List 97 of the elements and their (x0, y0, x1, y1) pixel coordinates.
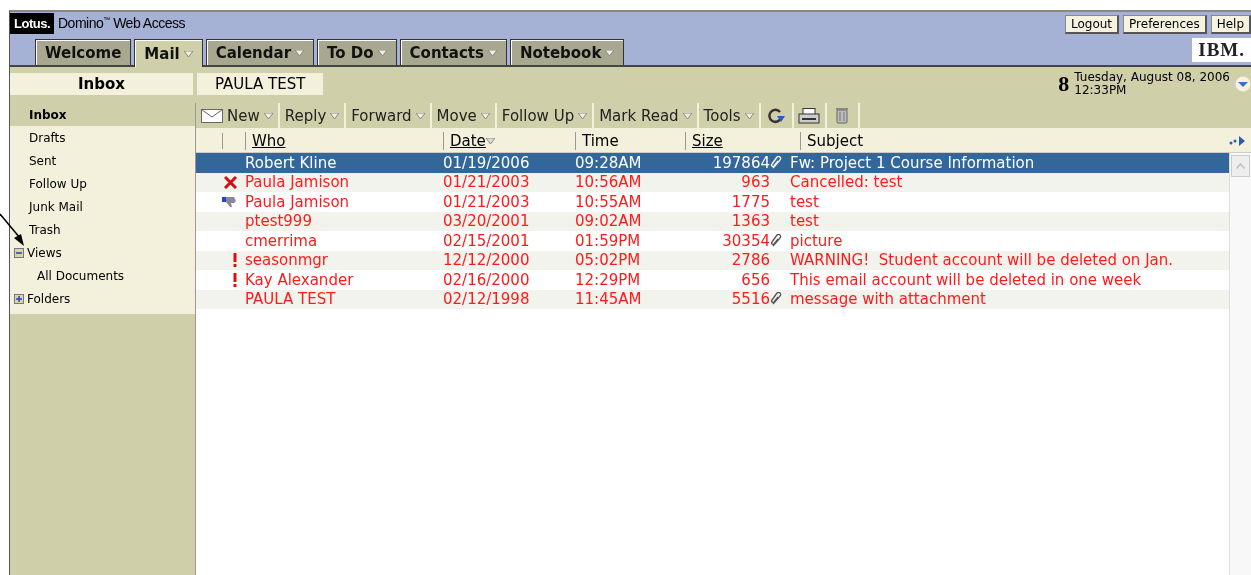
envelope-icon (201, 108, 223, 123)
date-cell-text: 03/20/2001 (443, 212, 531, 231)
caret-icon (263, 112, 273, 119)
expand-icon[interactable] (14, 293, 24, 304)
sidebar-item[interactable]: All Documents (10, 264, 195, 287)
time-cell-text: 09:28AM (575, 153, 643, 172)
nav-tab[interactable]: Notebook (509, 39, 625, 65)
trash-icon (836, 107, 849, 124)
exclamation-icon (233, 272, 237, 287)
sender-cell-text: Paula Jamison (245, 173, 351, 192)
product-name: Domino$^{™}$ Web Access (58, 15, 185, 31)
x-icon (224, 175, 237, 189)
caret-icon (744, 112, 754, 119)
message-row[interactable]: Paula Jamison 01/21/2003 10:56AM 963 Cancelled: test (196, 172, 1229, 192)
size-cell-text: 1775 (730, 192, 770, 211)
size-cell-text: 30354 (721, 231, 770, 250)
sender-cell-text: seasonmgr (245, 251, 330, 270)
user-name: PAULA TEST (197, 72, 324, 95)
time-cell-text: 09:02AM (575, 212, 643, 231)
message-row[interactable]: PAULA TEST 02/12/1998 11:45AM 5516 message with attachment (196, 289, 1229, 309)
subject-cell-text: test (790, 212, 820, 231)
sender-cell-text: Kay Alexander (245, 270, 355, 289)
printer-icon (798, 107, 821, 124)
column-header[interactable]: Subject (800, 132, 1229, 150)
nav-tab[interactable]: To Do (317, 39, 397, 65)
subject-cell-text: picture (790, 231, 844, 250)
caret-icon (330, 112, 340, 119)
date-cell-text: 02/12/1998 (443, 290, 531, 309)
sidebar-item[interactable]: Folders (10, 287, 195, 310)
sender-cell-text: cmerrima (245, 231, 319, 250)
sort-icon (485, 138, 495, 144)
size-cell-text: 963 (740, 173, 770, 192)
time-cell-text: 11:45AM (575, 290, 643, 309)
column-header[interactable]: Time (575, 132, 685, 150)
view-title: Inbox (10, 72, 193, 95)
header-link[interactable]: Logout (1064, 15, 1120, 34)
date-cell-text: 01/21/2003 (443, 192, 531, 211)
sidebar-item[interactable]: Junk Mail (10, 195, 195, 218)
date-cell-text: 01/19/2006 (443, 153, 531, 172)
nav-tab[interactable]: Contacts (399, 39, 507, 65)
scrollbar[interactable] (1229, 153, 1251, 575)
caret-icon (578, 112, 588, 119)
date-cell-text: 02/15/2001 (443, 231, 531, 250)
sidebar-item[interactable]: Sent (10, 149, 195, 172)
logo: IBM. (1192, 38, 1251, 62)
size-cell-text: 2786 (730, 251, 770, 270)
logo: Lotus. (10, 12, 54, 34)
nav-tab[interactable]: Calendar (205, 39, 315, 65)
dropdown-icon[interactable] (1235, 75, 1251, 92)
subject-cell-text: Cancelled: test (790, 173, 904, 192)
expand-columns-icon[interactable] (1229, 136, 1245, 146)
subject-cell-text: test (790, 192, 820, 211)
collapse-icon[interactable] (14, 247, 24, 258)
day-number: 8 (1058, 70, 1070, 97)
sidebar-item[interactable]: Trash (10, 218, 195, 241)
caret-icon (480, 112, 490, 119)
column-header[interactable]: Who (245, 132, 443, 150)
sender-cell-text: Paula Jamison (245, 192, 351, 211)
subject-cell-text: message with attachment (790, 290, 987, 309)
current-time: 12:33PM (1074, 83, 1128, 97)
date-cell-text: 02/16/2000 (443, 270, 531, 289)
size-cell-text: 197864 (711, 153, 770, 172)
caret-icon (682, 112, 692, 119)
message-row[interactable]: ptest999 03/20/2001 09:02AM 1363 test (196, 211, 1229, 231)
nav-tab[interactable]: Welcome (35, 39, 132, 65)
subject-cell-text: This email account will be deleted in one week (790, 270, 1143, 289)
subject-cell-text: WARNING! Student account will be deleted on Jan. (790, 251, 1175, 270)
sender-cell-text: PAULA TEST (245, 290, 337, 309)
sender-cell-text: Robert Kline (245, 153, 338, 172)
refresh-icon (766, 106, 787, 125)
time-cell-text: 10:55AM (575, 192, 643, 211)
time-cell-text: 12:29PM (575, 270, 642, 289)
exclamation-icon (233, 253, 237, 268)
sidebar-item[interactable]: Drafts (10, 126, 195, 149)
size-cell-text: 656 (740, 270, 770, 289)
column-header[interactable]: Size (685, 132, 780, 150)
current-date: Tuesday, August 08, 2006 (1074, 70, 1230, 84)
size-cell-text: 1363 (730, 212, 770, 231)
sender-cell-text: ptest999 (245, 212, 313, 231)
time-cell-text: 05:02PM (575, 251, 642, 270)
date-cell-text: 12/12/2000 (443, 251, 531, 270)
nav-tab[interactable]: Mail (134, 39, 203, 67)
caret-icon (415, 112, 425, 119)
sidebar-item[interactable]: Views (10, 241, 195, 264)
sidebar-item[interactable]: Follow Up (10, 172, 195, 195)
date-cell-text: 01/21/2003 (443, 173, 531, 192)
sidebar-item[interactable]: Inbox (10, 103, 195, 126)
header-link[interactable]: Help (1210, 15, 1251, 34)
thumbs-down-icon (222, 195, 237, 208)
message-row[interactable]: Robert Kline 01/19/2006 09:28AM 197864 Fw: Project 1 Course Information (196, 153, 1229, 173)
time-cell-text: 10:56AM (575, 173, 643, 192)
column-header[interactable]: Date (443, 132, 575, 150)
subject-cell-text: Fw: Project 1 Course Information (790, 153, 1036, 172)
size-cell-text: 5516 (730, 290, 770, 309)
time-cell-text: 01:59PM (575, 231, 642, 250)
message-row[interactable]: seasonmgr 12/12/2000 05:02PM 2786 WARNING! Student account will be deleted on Jan. (196, 250, 1229, 270)
header-link[interactable]: Preferences (1123, 15, 1207, 34)
